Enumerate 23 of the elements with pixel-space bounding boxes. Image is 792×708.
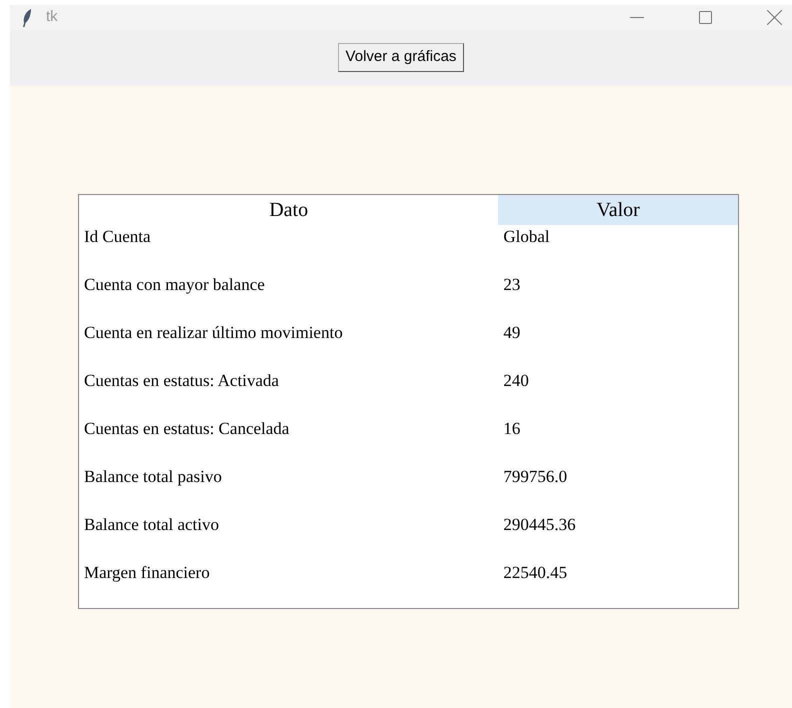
feather-icon: [22, 8, 32, 26]
close-icon[interactable]: [767, 10, 782, 25]
table-cell: Id Cuenta: [84, 227, 151, 246]
table-cell: Balance total activo: [84, 515, 219, 534]
table-cell: 22540.45: [503, 563, 568, 582]
minimize-icon[interactable]: [630, 16, 644, 18]
table-cell: 49: [503, 323, 520, 342]
table-cell: 23: [503, 275, 520, 294]
column-header[interactable]: Valor: [498, 195, 738, 225]
table-cell: Global: [503, 227, 550, 246]
table-cell: Cuenta en realizar último movimiento: [84, 323, 343, 342]
table-cell: 16: [503, 419, 520, 438]
table-cell: 799756.0: [503, 467, 568, 486]
table-cell: Cuenta con mayor balance: [84, 275, 265, 294]
table-cell: Margen financiero: [84, 563, 210, 582]
table-cell: Cuentas en estatus: Cancelada: [84, 419, 290, 438]
table-cell: 240: [503, 371, 529, 390]
maximize-icon[interactable]: [699, 11, 712, 24]
table-cell: 290445.36: [503, 515, 576, 534]
back-button[interactable]: Volver a gráficas: [338, 43, 464, 72]
window-title: tk: [46, 7, 58, 28]
table-cell: Cuentas en estatus: Activada: [84, 371, 279, 390]
table-cell: Balance total pasivo: [84, 467, 222, 486]
